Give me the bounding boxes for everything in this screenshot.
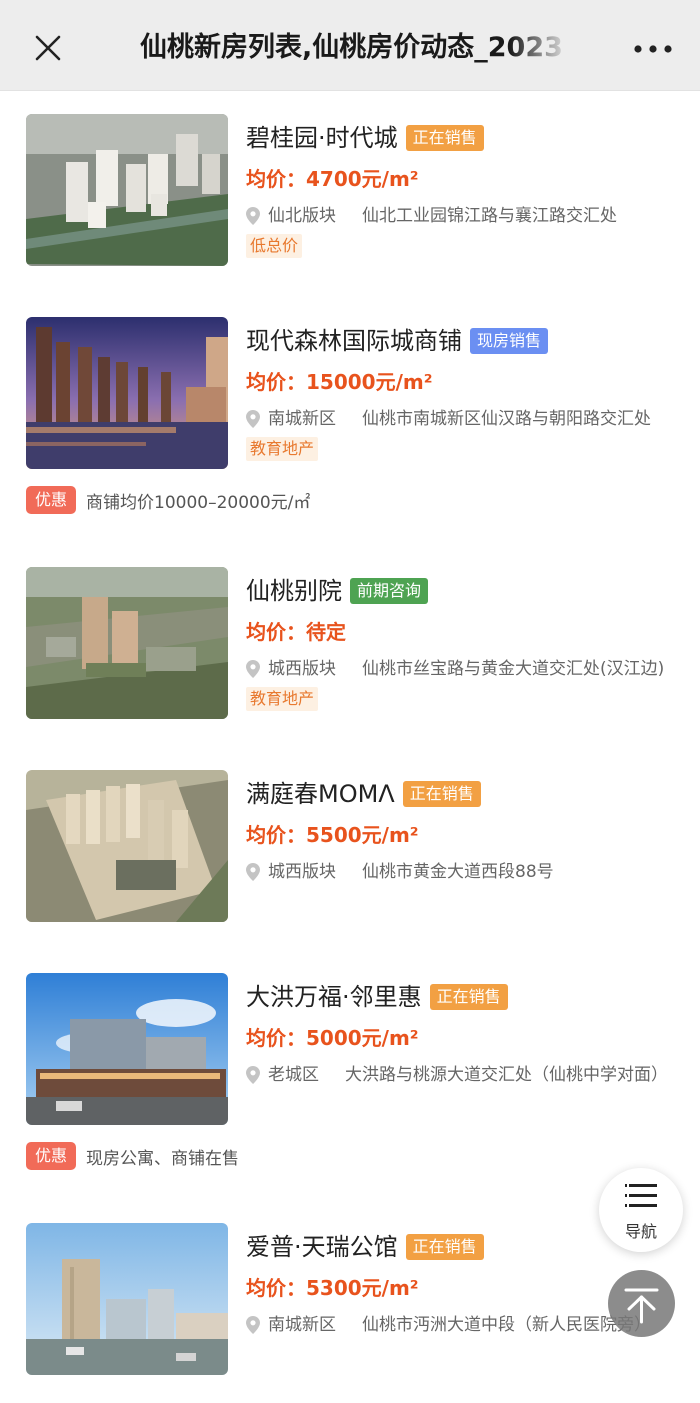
location-pin-icon: [246, 405, 260, 433]
promo-row[interactable]: 优惠 现房公寓、商铺在售: [26, 1141, 239, 1171]
listing-location: 城西版块 仙桃市黄金大道西段88号: [246, 858, 676, 886]
nav-button[interactable]: 导航: [599, 1168, 683, 1252]
close-icon: [35, 35, 61, 61]
listing-name-text[interactable]: 现代森林国际城商铺: [246, 323, 462, 359]
listing-name[interactable]: 爱普·天瑞公馆 正在销售: [246, 1229, 484, 1265]
listing-location: 城西版块 仙桃市丝宝路与黄金大道交汇处(汉江边): [246, 655, 676, 683]
listing-price: 均价：5500元/m²: [246, 823, 419, 847]
listing-district: 南城新区: [268, 1315, 336, 1335]
location-pin-icon: [246, 1311, 260, 1339]
listing-item[interactable]: 现代森林国际城商铺 现房销售 均价：15000元/m² 南城新区 仙桃市南城新区…: [0, 317, 700, 469]
page-title: 仙桃新房列表,仙桃房价动态_2023: [140, 32, 563, 63]
listing-address: 大洪路与桃源大道交汇处（仙桃中学对面）: [345, 1065, 668, 1085]
listing-address: 仙北工业园锦江路与襄江路交汇处: [362, 206, 617, 226]
location-pin-icon: [246, 655, 260, 683]
listing-address: 仙桃市丝宝路与黄金大道交汇处(汉江边): [362, 659, 665, 679]
listing-photo: [26, 317, 228, 469]
listing-district: 老城区: [268, 1065, 319, 1085]
more-dots-icon: [634, 45, 672, 53]
listing-district: 城西版块: [268, 862, 336, 882]
listing-item[interactable]: 大洪万福·邻里惠 正在销售 均价：5000元/m² 老城区 大洪路与桃源大道交汇…: [0, 973, 700, 1125]
listing-price: 均价：4700元/m²: [246, 167, 419, 191]
listing-photo: [26, 1223, 228, 1375]
status-badge: 正在销售: [402, 781, 481, 807]
location-pin-icon: [246, 1061, 260, 1089]
close-button[interactable]: [28, 28, 68, 68]
listing-district: 城西版块: [268, 659, 336, 679]
status-badge: 前期咨询: [350, 578, 429, 604]
listing-district: 南城新区: [268, 409, 336, 429]
status-badge: 正在销售: [405, 1234, 484, 1260]
nav-label: 导航: [624, 1222, 657, 1241]
listing-name[interactable]: 仙桃别院 前期咨询: [246, 573, 429, 609]
promo-badge: 优惠: [26, 486, 77, 514]
listing-price: 均价：5000元/m²: [246, 1026, 419, 1050]
promo-badge: 优惠: [26, 1142, 77, 1170]
listing-price: 均价：待定: [246, 620, 346, 644]
promo-text: 商铺均价10000–20000元/㎡: [86, 492, 311, 513]
location-pin-icon: [246, 202, 260, 230]
listing-name[interactable]: 碧桂园·时代城 正在销售: [246, 120, 484, 156]
listing-name-text[interactable]: 仙桃别院: [246, 573, 342, 609]
feature-tag: 教育地产: [246, 687, 319, 711]
listing-name-text[interactable]: 碧桂园·时代城: [246, 120, 398, 156]
listing-name[interactable]: 大洪万福·邻里惠 正在销售: [246, 979, 508, 1015]
listing-location: 南城新区 仙桃市南城新区仙汉路与朝阳路交汇处: [246, 405, 676, 433]
listing-name[interactable]: 满庭春MOMΛ 正在销售: [246, 776, 481, 812]
listing-item[interactable]: 满庭春MOMΛ 正在销售 均价：5500元/m² 城西版块 仙桃市黄金大道西段8…: [0, 770, 700, 922]
location-pin-icon: [246, 858, 260, 886]
listing-district: 仙北版块: [268, 206, 336, 226]
listing-item[interactable]: 碧桂园·时代城 正在销售 均价：4700元/m² 仙北版块 仙北工业园锦江路与襄…: [0, 114, 700, 266]
status-badge: 正在销售: [405, 125, 484, 151]
menu-lines-icon: [625, 1184, 657, 1207]
listing-photo: [26, 770, 228, 922]
listing-name-text[interactable]: 满庭春MOMΛ: [246, 776, 395, 812]
listing-name-text[interactable]: 大洪万福·邻里惠: [246, 979, 422, 1015]
listing-name[interactable]: 现代森林国际城商铺 现房销售: [246, 323, 549, 359]
listing-address: 仙桃市黄金大道西段88号: [362, 862, 554, 882]
promo-row[interactable]: 优惠 商铺均价10000–20000元/㎡: [26, 485, 310, 515]
listing-name-text[interactable]: 爱普·天瑞公馆: [246, 1229, 398, 1265]
back-to-top-icon: [624, 1288, 659, 1324]
status-badge: 现房销售: [470, 328, 549, 354]
listing-location: 仙北版块 仙北工业园锦江路与襄江路交汇处: [246, 202, 676, 230]
back-to-top-button[interactable]: [608, 1270, 675, 1337]
feature-tag: 低总价: [246, 234, 303, 258]
title-bar: 仙桃新房列表,仙桃房价动态_2023: [0, 0, 700, 91]
more-button[interactable]: [628, 34, 678, 64]
listing-price: 均价：15000元/m²: [246, 370, 433, 394]
promo-text: 现房公寓、商铺在售: [86, 1148, 240, 1169]
listing-photo: [26, 973, 228, 1125]
listing-item[interactable]: 仙桃别院 前期咨询 均价：待定 城西版块 仙桃市丝宝路与黄金大道交汇处(汉江边)…: [0, 567, 700, 719]
listing-photo: [26, 567, 228, 719]
listing-item[interactable]: 爱普·天瑞公馆 正在销售 均价：5300元/m² 南城新区 仙桃市沔洲大道中段（…: [0, 1223, 700, 1375]
listing-price: 均价：5300元/m²: [246, 1276, 419, 1300]
listing-photo: [26, 114, 228, 266]
listing-location: 老城区 大洪路与桃源大道交汇处（仙桃中学对面）: [246, 1061, 676, 1089]
listing-address: 仙桃市南城新区仙汉路与朝阳路交汇处: [362, 409, 651, 429]
status-badge: 正在销售: [429, 984, 508, 1010]
feature-tag: 教育地产: [246, 437, 319, 461]
